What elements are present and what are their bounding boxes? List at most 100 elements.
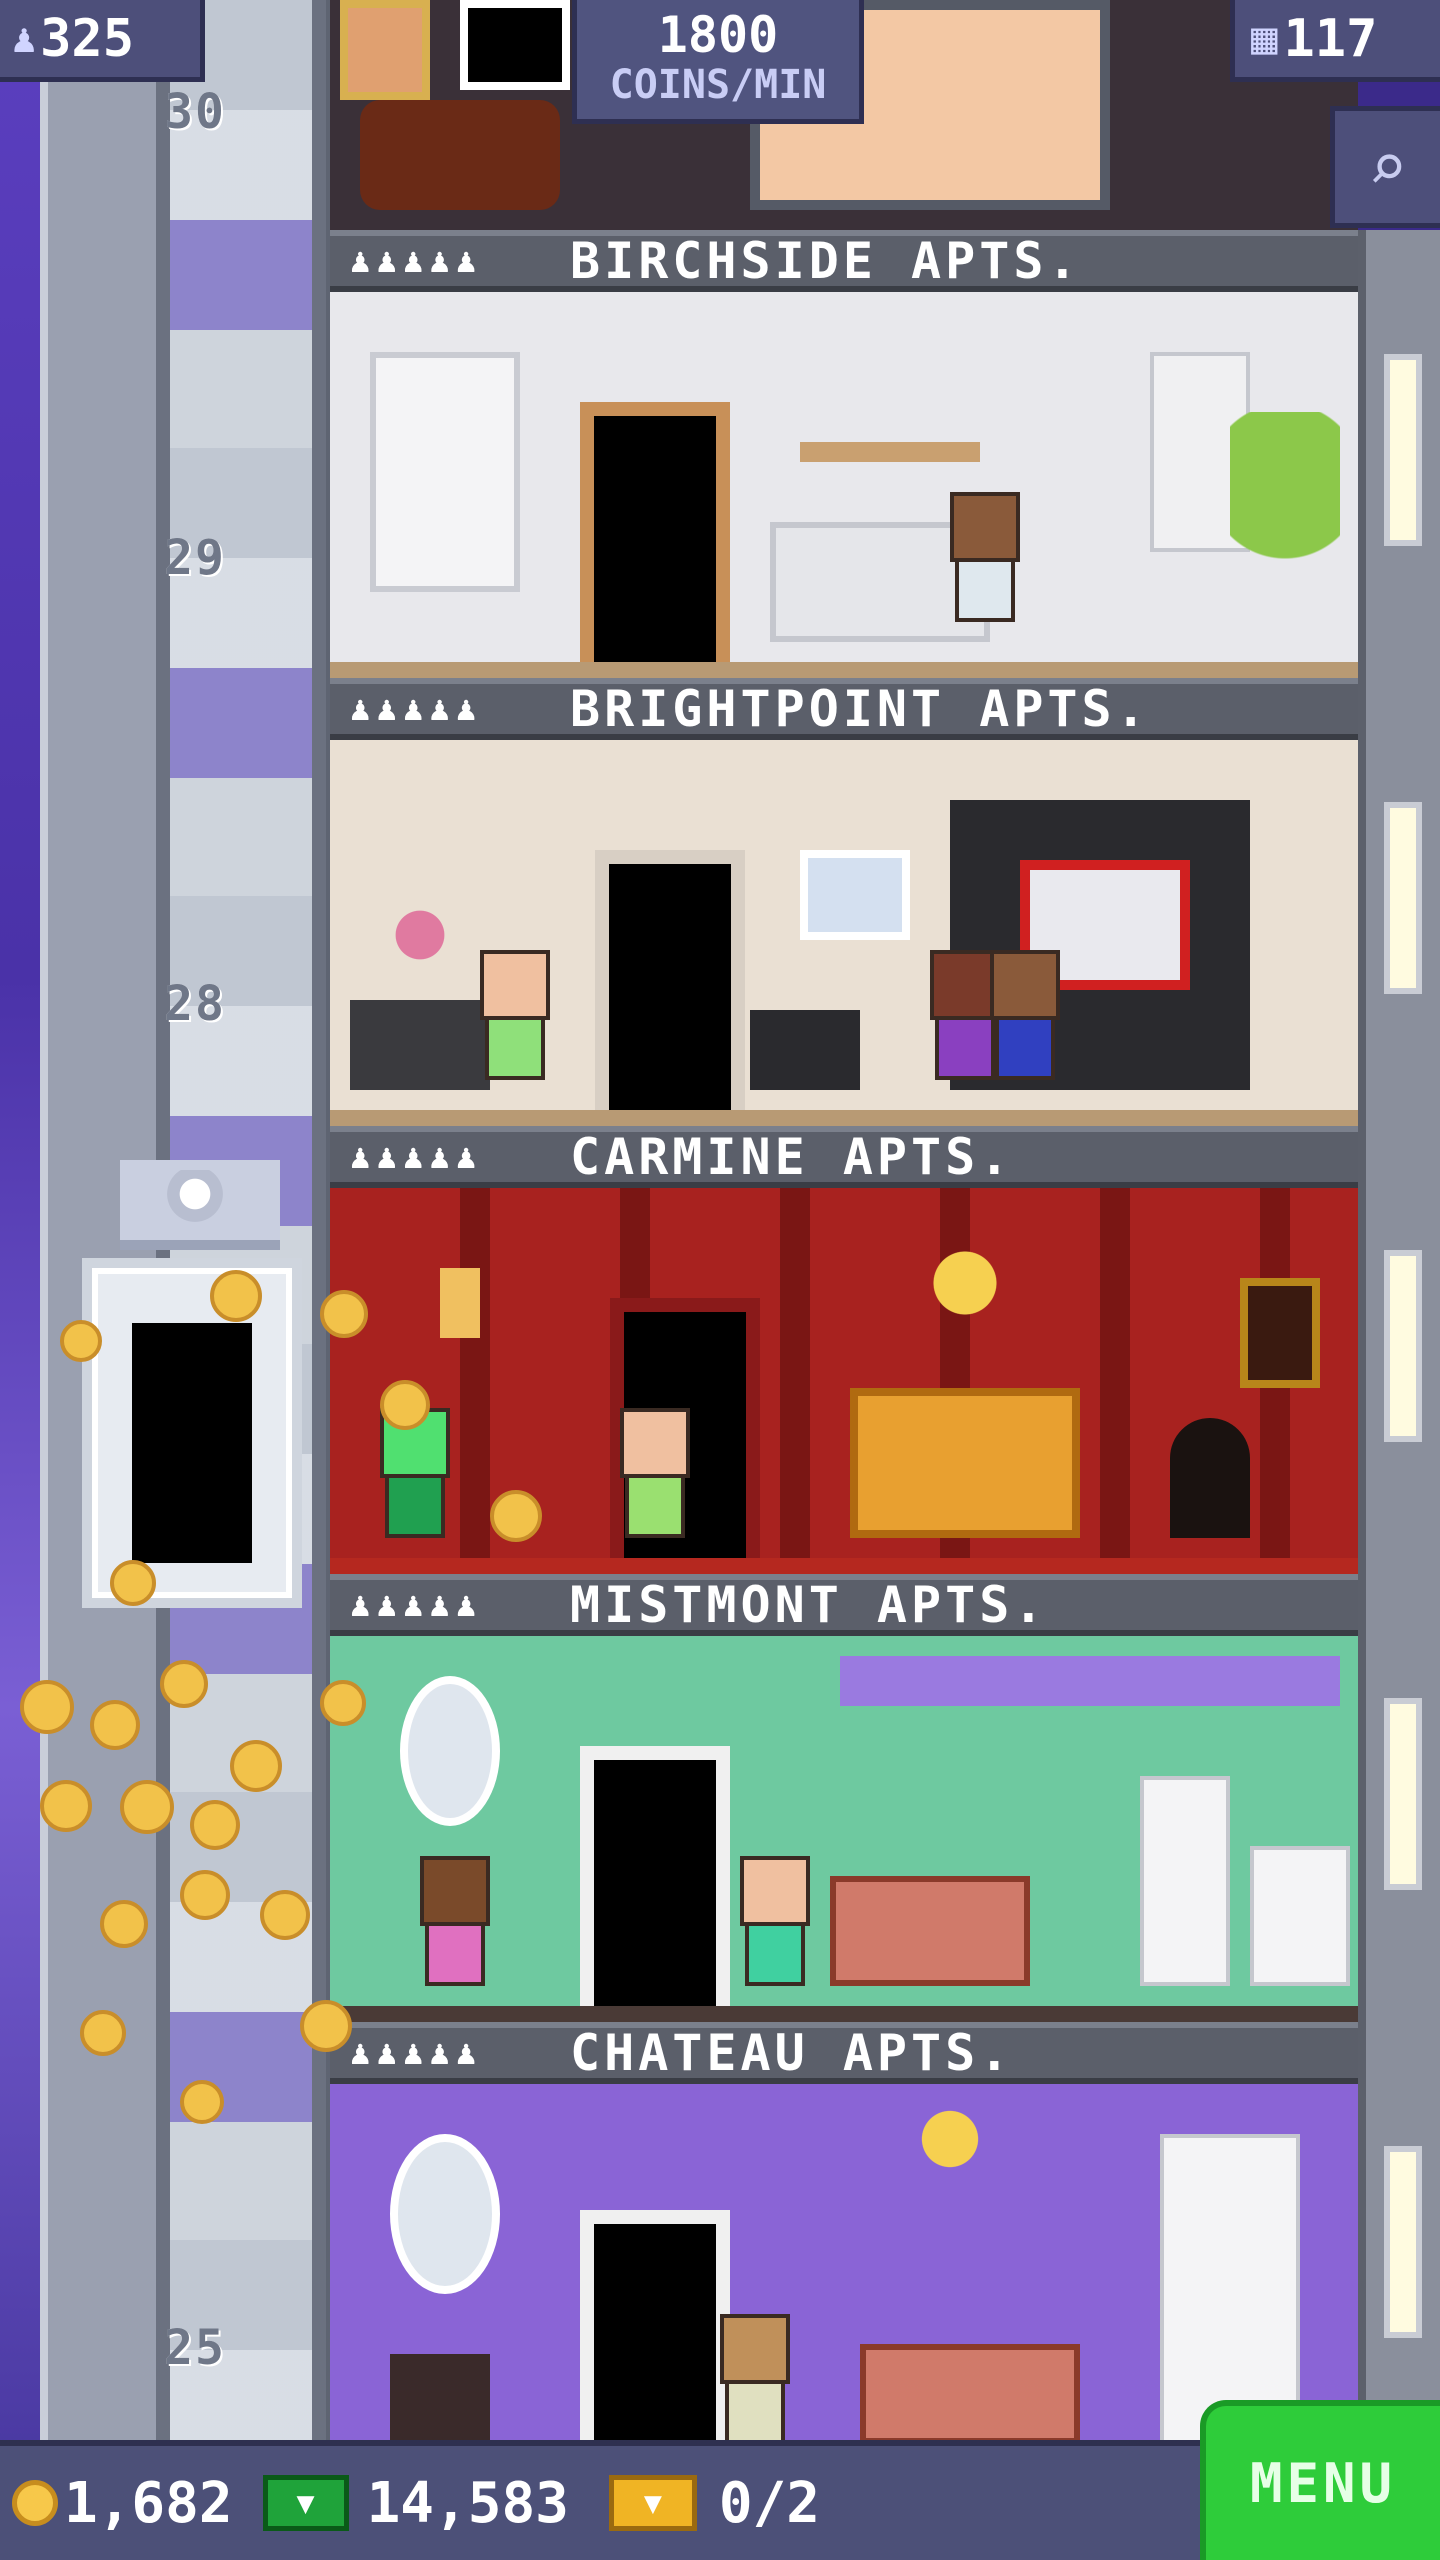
coin-icon	[100, 1900, 148, 1948]
bookshelf	[370, 352, 520, 592]
elevator-light-icon	[160, 1170, 230, 1230]
coins-rate-value: 1800	[657, 5, 779, 64]
ghost-poster	[460, 0, 570, 90]
coins-rate-unit: COINS/MIN	[609, 61, 827, 108]
chandelier	[910, 1228, 1020, 1338]
building-icon: ▦	[1251, 13, 1278, 64]
floor-count-value: 117	[1283, 8, 1378, 69]
floorboard	[330, 1110, 1358, 1126]
floor-name: BIRCHSIDE APTS.	[570, 232, 1082, 290]
stove	[1250, 1846, 1350, 1986]
floor-chateau[interactable]: ♟♟♟♟♟ CHATEAU APTS.	[330, 2022, 1358, 2440]
floor-birchside[interactable]: ♟♟♟♟♟ BIRCHSIDE APTS.	[330, 230, 1358, 678]
floor-number-28: 28	[164, 976, 226, 1032]
floorboard	[330, 2006, 1358, 2022]
landscape-painting	[800, 850, 910, 940]
resident[interactable]	[740, 1856, 810, 1996]
room-door	[580, 402, 730, 662]
floor-number-30: 30	[164, 84, 226, 140]
resident[interactable]	[380, 1408, 450, 1548]
floorboard	[330, 1558, 1358, 1574]
shaft-rail-right	[312, 0, 326, 2440]
residents-icons: ♟♟♟♟♟	[350, 689, 483, 729]
wall-shelf	[800, 442, 980, 462]
flower-vase	[380, 890, 460, 980]
room[interactable]	[330, 292, 1358, 678]
resident[interactable]	[620, 1408, 690, 1548]
floor-count-counter[interactable]: ▦ 117	[1230, 0, 1440, 82]
bed	[850, 1388, 1080, 1538]
oval-mirror	[390, 2134, 500, 2294]
coin-icon	[210, 1270, 262, 1322]
elevator-car[interactable]	[82, 1258, 302, 1608]
side-table	[350, 1000, 490, 1090]
floor-sign: ♟♟♟♟♟ BIRCHSIDE APTS.	[330, 230, 1358, 292]
floor-sign: ♟♟♟♟♟ BRIGHTPOINT APTS.	[330, 678, 1358, 740]
residents-icons: ♟♟♟♟♟	[350, 1585, 483, 1625]
coin-icon	[230, 1740, 282, 1792]
sofa	[860, 2344, 1080, 2440]
floor-sign: ♟♟♟♟♟ MISTMONT APTS.	[330, 1574, 1358, 1636]
room-door	[580, 1746, 730, 2006]
ticket-icon: ▼	[608, 2475, 697, 2531]
wall-sconce	[440, 1268, 480, 1338]
coin-icon	[320, 1290, 368, 1338]
coins-value: 1,682	[64, 2470, 233, 2536]
wall-window	[1390, 808, 1416, 988]
floor-name: MISTMONT APTS.	[570, 1576, 1048, 1634]
fridge	[1140, 1776, 1230, 1986]
floor-number-29: 29	[164, 530, 226, 586]
population-counter[interactable]: ♟ 325	[0, 0, 205, 82]
window-row	[840, 1656, 1340, 1706]
room-door	[595, 850, 745, 1110]
tickets-stat[interactable]: ▼ 0/2	[569, 2446, 820, 2560]
floor-brightpoint[interactable]: ♟♟♟♟♟ BRIGHTPOINT APTS.	[330, 678, 1358, 1126]
coin-icon	[180, 1870, 230, 1920]
room[interactable]	[330, 740, 1358, 1126]
floor-carmine[interactable]: ♟♟♟♟♟ CARMINE APTS.	[330, 1126, 1358, 1574]
armchair	[1170, 1418, 1250, 1538]
sofa	[830, 1876, 1030, 1986]
coins-per-minute-panel: 1800 COINS/MIN	[572, 0, 864, 124]
bux-stat[interactable]: ▼ 14,583	[233, 2446, 569, 2560]
coin-icon	[90, 1700, 140, 1750]
room[interactable]	[330, 1636, 1358, 2022]
resident[interactable]	[950, 492, 1020, 632]
rose-painting	[1240, 1278, 1320, 1388]
coin-icon	[40, 1780, 92, 1832]
floor-name: CARMINE APTS.	[570, 1128, 1014, 1186]
resident[interactable]	[990, 950, 1060, 1090]
wall-window	[1390, 360, 1416, 540]
room-door	[580, 2210, 730, 2440]
coins-stat: 1,682	[0, 2446, 233, 2560]
room[interactable]	[330, 2084, 1358, 2440]
floor-sign: ♟♟♟♟♟ CARMINE APTS.	[330, 1126, 1358, 1188]
coin-icon	[20, 1680, 74, 1734]
floor-mistmont[interactable]: ♟♟♟♟♟ MISTMONT APTS.	[330, 1574, 1358, 2022]
resident[interactable]	[420, 1856, 490, 1996]
resident[interactable]	[720, 2314, 790, 2440]
tickets-value: 0/2	[718, 2470, 821, 2536]
elevator-door	[132, 1323, 252, 1563]
coin-icon	[190, 1800, 240, 1850]
floor-name: CHATEAU APTS.	[570, 2024, 1014, 2082]
telephone-table	[390, 2354, 490, 2440]
wall-window	[1390, 1704, 1416, 1884]
coin-icon	[260, 1890, 310, 1940]
coin-icon	[60, 1320, 102, 1362]
floor-sign: ♟♟♟♟♟ CHATEAU APTS.	[330, 2022, 1358, 2084]
coin-icon	[80, 2010, 126, 2056]
resident[interactable]	[480, 950, 550, 1090]
coin-icon	[320, 1680, 366, 1726]
floor-name: BRIGHTPOINT APTS.	[570, 680, 1150, 738]
menu-button[interactable]: MENU	[1200, 2400, 1440, 2560]
room[interactable]	[330, 1188, 1358, 1574]
coin-icon	[160, 1660, 208, 1708]
residents-icons: ♟♟♟♟♟	[350, 241, 483, 281]
coin-icon	[180, 2080, 224, 2124]
coin-icon	[300, 2000, 352, 2052]
person-icon: ♟	[12, 15, 37, 62]
search-button[interactable]: ⌕	[1330, 106, 1440, 228]
menu-label: MENU	[1249, 2451, 1397, 2515]
floor-number-25: 25	[164, 2320, 226, 2376]
